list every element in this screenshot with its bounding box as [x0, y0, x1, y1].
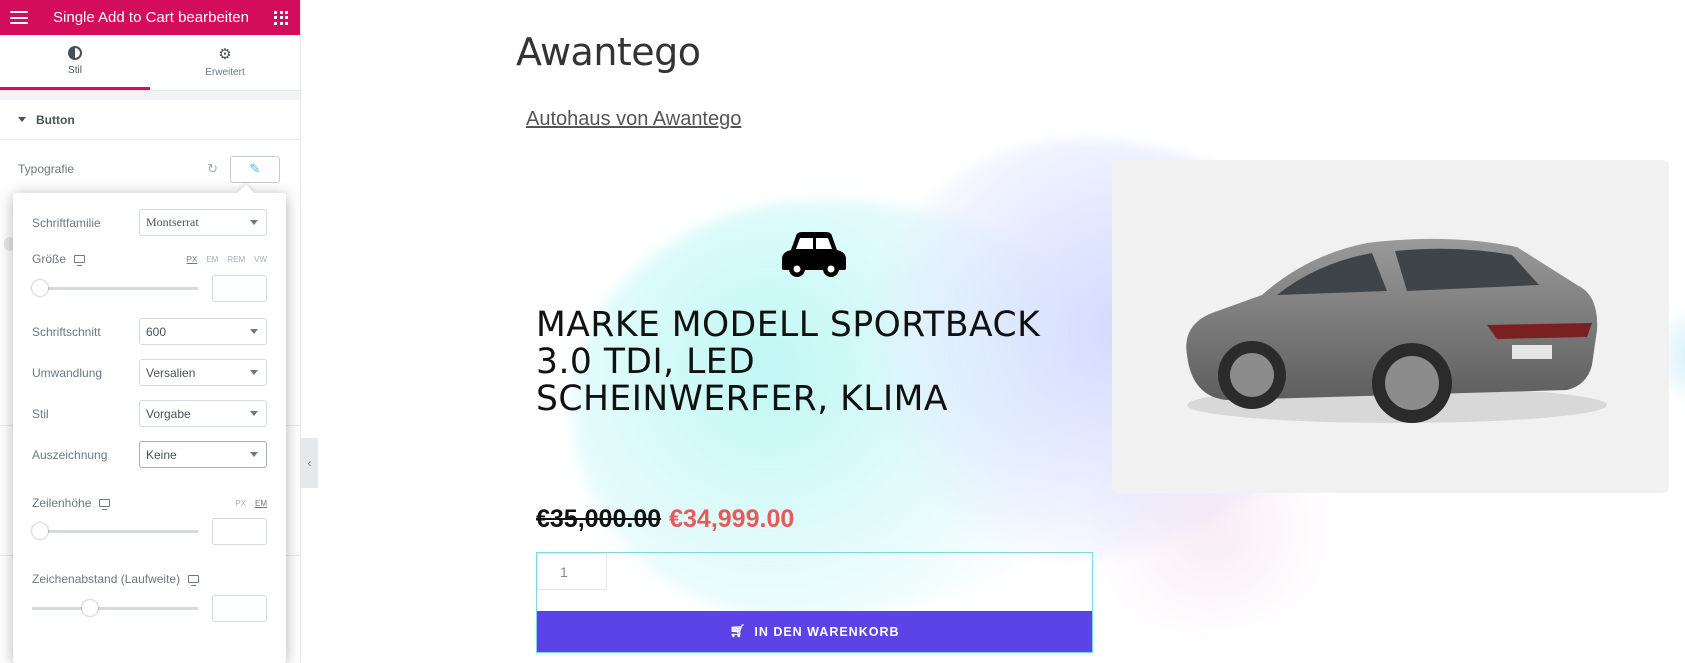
transform-label: Umwandlung — [32, 365, 103, 380]
tab-erweitert[interactable]: ⚙ Erweitert — [150, 35, 300, 90]
unit-vw[interactable]: VW — [254, 255, 267, 264]
product-image-container — [1112, 160, 1669, 493]
font-family-row: Schriftfamilie Montserrat — [32, 209, 267, 236]
desktop-icon[interactable] — [99, 499, 111, 510]
car-icon — [782, 232, 846, 277]
unit-em[interactable]: EM — [255, 499, 267, 508]
text-transform-select[interactable]: Versalien — [139, 359, 267, 386]
transform-row: Umwandlung Versalien — [32, 359, 267, 386]
tab-stil-label: Stil — [68, 65, 82, 76]
cart-icon: 🛒︎ — [729, 624, 747, 638]
letter-spacing-row: Zeichenabstand (Laufweite) — [32, 571, 267, 587]
size-slider[interactable] — [32, 279, 198, 296]
letter-spacing-label: Zeichenabstand (Laufweite) — [32, 572, 181, 586]
gear-icon: ⚙ — [218, 46, 232, 63]
dropdown-caret-icon — [250, 452, 258, 457]
letter-spacing-slider-row — [32, 593, 267, 623]
add-to-cart-button[interactable]: 🛒︎ IN DEN WARENKORB — [537, 611, 1092, 652]
dropdown-caret-icon — [250, 329, 258, 334]
half-circle-icon — [68, 46, 82, 60]
panel-tabs: Stil ⚙ Erweitert — [0, 35, 300, 90]
product-car-image[interactable] — [1167, 215, 1617, 435]
line-height-slider-row — [32, 516, 267, 546]
letter-spacing-input[interactable] — [212, 594, 267, 622]
typography-control: Typografie ↻ ✎ — [18, 155, 280, 183]
typography-edit-button[interactable]: ✎ — [230, 155, 280, 183]
desktop-icon[interactable] — [188, 575, 200, 586]
text-decoration-select[interactable]: Keine — [139, 441, 267, 468]
size-slider-row — [32, 273, 267, 303]
slider-thumb[interactable] — [32, 522, 48, 539]
dropdown-caret-icon — [250, 411, 258, 416]
size-input[interactable] — [212, 274, 267, 302]
page-preview: Awantego Autohaus von Awantego Marke Mod… — [302, 0, 1685, 663]
desktop-icon[interactable] — [74, 255, 86, 266]
font-style-select[interactable]: Vorgabe — [139, 400, 267, 427]
font-family-value: Montserrat — [146, 215, 199, 229]
editor-panel: Single Add to Cart bearbeiten Stil ⚙ Erw… — [0, 0, 301, 663]
dropdown-caret-icon — [250, 370, 258, 375]
panel-header: Single Add to Cart bearbeiten — [0, 0, 300, 35]
sale-price: €34,999.00 — [669, 505, 795, 533]
decoration-label: Auszeichnung — [32, 447, 108, 462]
caret-down-icon — [18, 117, 26, 122]
unit-px[interactable]: PX — [187, 255, 198, 264]
line-height-input[interactable] — [212, 517, 267, 545]
font-weight-value: 600 — [146, 324, 167, 339]
site-title[interactable]: Awantego — [516, 30, 701, 74]
section-button-header[interactable]: Button — [0, 100, 300, 140]
line-height-label: Zeilenhöhe — [32, 496, 92, 510]
size-label: Größe — [32, 252, 67, 266]
panel-separator — [0, 90, 300, 100]
unit-rem[interactable]: REM — [227, 255, 245, 264]
product-price: €35,000.00 €34,999.00 — [536, 505, 794, 534]
typography-popover: Schriftfamilie Montserrat Größe PX EM RE… — [13, 193, 286, 663]
panel-title: Single Add to Cart bearbeiten — [53, 9, 249, 26]
quantity-input[interactable]: 1 — [537, 553, 607, 590]
regular-price: €35,000.00 — [536, 505, 662, 533]
reset-icon[interactable]: ↻ — [207, 161, 218, 177]
decoration-row: Auszeichnung Keine — [32, 441, 267, 468]
line-height-units: PX EM — [235, 499, 267, 508]
dropdown-caret-icon — [250, 220, 258, 225]
weight-label: Schriftschnitt — [32, 324, 101, 339]
typography-label: Typografie — [18, 162, 75, 176]
text-decoration-value: Keine — [146, 447, 177, 462]
size-units: PX EM REM VW — [187, 255, 267, 264]
pencil-icon: ✎ — [249, 161, 261, 176]
style-label: Stil — [32, 406, 49, 421]
style-row: Stil Vorgabe — [32, 400, 267, 427]
tab-stil[interactable]: Stil — [0, 35, 150, 90]
font-weight-select[interactable]: 600 — [139, 318, 267, 345]
slider-thumb[interactable] — [81, 599, 98, 616]
line-height-slider[interactable] — [32, 522, 198, 539]
slider-thumb[interactable] — [32, 279, 48, 296]
weight-row: Schriftschnitt 600 — [32, 318, 267, 345]
text-transform-value: Versalien — [146, 365, 196, 380]
add-to-cart-label: IN DEN WARENKORB — [754, 624, 900, 639]
site-tagline[interactable]: Autohaus von Awantego — [526, 108, 741, 131]
font-family-label: Schriftfamilie — [32, 215, 101, 230]
hamburger-menu-icon[interactable] — [10, 11, 28, 24]
font-style-value: Vorgabe — [146, 406, 191, 421]
letter-spacing-slider[interactable] — [32, 599, 198, 616]
unit-em[interactable]: EM — [206, 255, 218, 264]
font-family-select[interactable]: Montserrat — [139, 209, 267, 236]
tab-erweitert-label: Erweitert — [205, 67, 245, 78]
unit-px[interactable]: PX — [235, 499, 246, 508]
section-button-label: Button — [36, 112, 75, 127]
add-to-cart-widget[interactable]: 1 🛒︎ IN DEN WARENKORB — [536, 552, 1093, 653]
line-height-row: Zeilenhöhe PX EM — [32, 495, 267, 511]
product-title: Marke Modell Sportback 3.0 TDI, LED Sche… — [536, 305, 1041, 419]
widgets-grid-icon[interactable] — [274, 10, 288, 25]
size-row: Größe PX EM REM VW — [32, 251, 267, 267]
